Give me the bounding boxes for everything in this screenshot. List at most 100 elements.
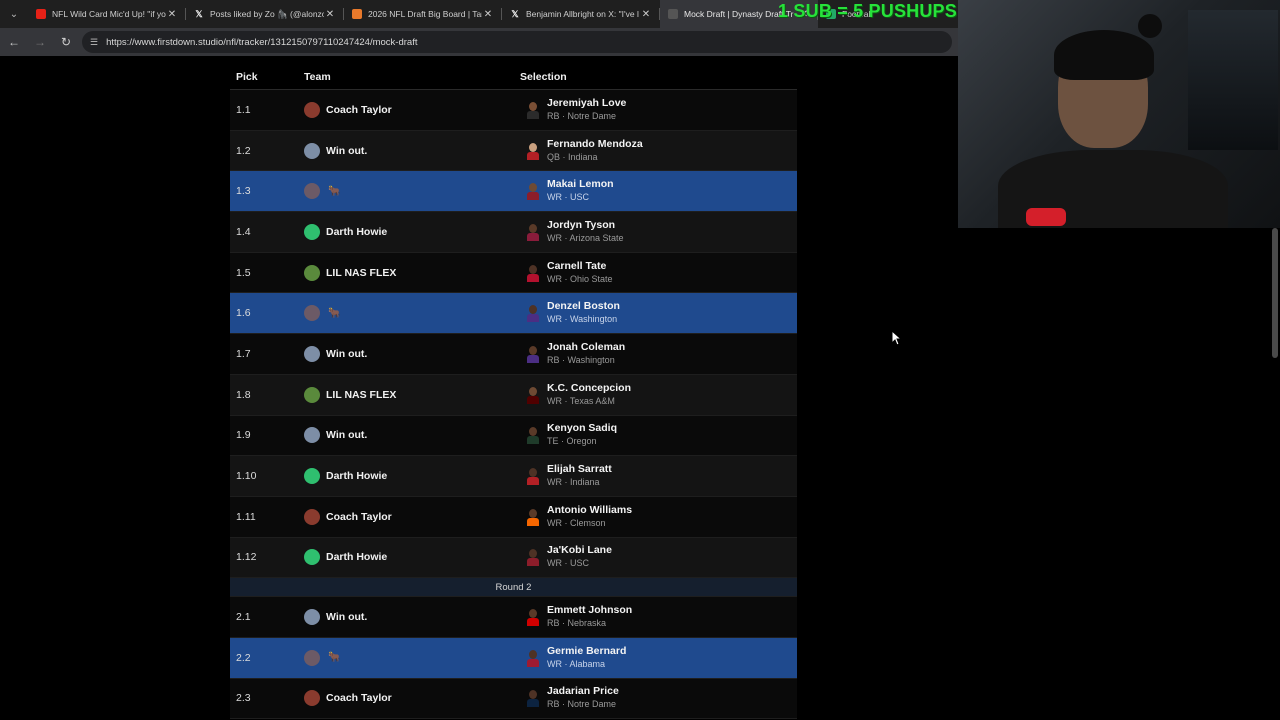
player-text: Elijah Sarratt WR · Indiana: [547, 463, 612, 489]
team-cell: Darth Howie: [304, 468, 520, 485]
team-name: Win out.: [326, 347, 368, 360]
forward-arrow-icon[interactable]: →: [28, 30, 52, 54]
pick-number: 1.5: [236, 266, 251, 279]
player-text: Emmett Johnson RB · Nebraska: [547, 604, 632, 630]
draft-pick-row[interactable]: 1.6 🐂 Denzel Boston WR · Washington: [230, 293, 797, 335]
player-name: Emmett Johnson: [547, 604, 633, 617]
draft-pick-row[interactable]: 1.11 Coach Taylor Antonio Williams WR · Cle…: [230, 496, 797, 538]
player-name: Elijah Sarratt: [547, 463, 612, 476]
selection-cell: K.C. Concepcion WR · Texas A&M: [520, 382, 797, 408]
mouse-cursor-icon: [891, 330, 903, 346]
player-name: Germie Bernard: [547, 644, 627, 657]
selection-cell: Denzel Boston WR · Washington: [520, 300, 797, 326]
tab-search-chevron-icon[interactable]: ⌄: [0, 0, 28, 28]
tab-title: 2026 NFL Draft Big Board | Tan: [368, 9, 482, 19]
player-name: Denzel Boston: [547, 300, 620, 313]
draft-pick-row[interactable]: 1.10 Darth Howie Elijah Sarratt WR · Indian…: [230, 456, 797, 497]
pick-number: 1.12: [236, 551, 257, 564]
player-name: K.C. Concepcion: [547, 381, 632, 394]
player-position-school: QB · Indiana: [547, 151, 598, 162]
webcam-person-hair-bun: [1138, 14, 1162, 38]
tab-close-icon[interactable]: ✕: [482, 9, 494, 20]
player-headshot-jersey: [527, 517, 539, 526]
draft-pick-row[interactable]: 2.2 🐂 Germie Bernard WR · Alabama: [230, 637, 797, 679]
draft-pick-row[interactable]: 1.8 LIL NAS FLEX K.C. Concepcion WR · Texas…: [230, 374, 797, 416]
player-text: Makai Lemon WR · USC: [547, 178, 614, 204]
draft-pick-row[interactable]: 1.12 Darth Howie Ja'Kobi Lane WR · USC: [230, 537, 797, 579]
draft-pick-row[interactable]: 1.1 Coach Taylor Jeremiyah Love RB · Notre …: [230, 90, 797, 131]
player-headshot-jersey: [527, 110, 539, 119]
back-arrow-icon[interactable]: ←: [2, 30, 26, 54]
team-avatar: [304, 386, 320, 403]
player-name: Antonio Williams: [547, 503, 633, 516]
round-2-divider: Round 2: [230, 578, 797, 598]
team-name: LIL NAS FLEX: [326, 266, 397, 279]
team-name: Darth Howie: [326, 551, 388, 564]
team-avatar: [304, 223, 320, 240]
draft-pick-row[interactable]: 2.1 Win out. Emmett Johnson RB · Nebraska: [230, 597, 797, 638]
team-name: Darth Howie: [326, 470, 388, 483]
draft-pick-row[interactable]: 1.3 🐂 Makai Lemon WR · USC: [230, 171, 797, 213]
team-cell: Coach Taylor: [304, 508, 520, 525]
browser-tab[interactable]: 2026 NFL Draft Big Board | Tan ✕: [344, 0, 502, 28]
draft-pick-row[interactable]: 1.5 LIL NAS FLEX Carnell Tate WR · Ohio Sta…: [230, 252, 797, 294]
x-icon: 𝕏: [511, 8, 519, 19]
player-headshot: [525, 142, 541, 160]
pick-number: 2.3: [236, 692, 251, 705]
player-headshot-face: [529, 183, 537, 193]
player-headshot-jersey: [527, 232, 539, 241]
player-text: Ja'Kobi Lane WR · USC: [547, 544, 612, 570]
youtube-icon: [36, 9, 46, 19]
tab-close-icon[interactable]: ✕: [166, 9, 178, 20]
player-position-school: WR · Clemson: [547, 517, 606, 528]
selection-cell: Elijah Sarratt WR · Indiana: [520, 463, 797, 489]
scrollbar-thumb[interactable]: [1272, 228, 1278, 358]
selection-cell: Jadarian Price RB · Notre Dame: [520, 685, 797, 711]
player-text: Kenyon Sadiq TE · Oregon: [547, 422, 617, 448]
stream-overlay-text: 1 SUB = 5 PUSHUPS: [778, 1, 957, 21]
player-headshot-face: [529, 264, 537, 274]
header-team: Team: [304, 70, 331, 83]
draft-pick-row[interactable]: 2.3 Coach Taylor Jadarian Price RB · Notre …: [230, 678, 797, 720]
browser-tab[interactable]: 𝕏 Posts liked by Zo 🦍 (@alonzo ✕: [186, 0, 344, 28]
pick-number: 1.7: [236, 347, 251, 360]
player-headshot-jersey: [527, 436, 539, 445]
draft-pick-row[interactable]: 1.2 Win out. Fernando Mendoza QB · Indiana: [230, 130, 797, 172]
team-cell: LIL NAS FLEX: [304, 386, 520, 403]
player-position-school: WR · Indiana: [547, 477, 600, 488]
team-avatar: [304, 264, 320, 281]
site-info-icon[interactable]: ☰: [90, 37, 98, 48]
browser-tab[interactable]: 𝕏 Benjamin Allbright on X: "I've l ✕: [502, 0, 660, 28]
reload-icon[interactable]: ↻: [54, 30, 78, 54]
tab-close-icon[interactable]: ✕: [324, 9, 336, 20]
draft-pick-row[interactable]: 1.4 Darth Howie Jordyn Tyson WR · Arizona S…: [230, 212, 797, 253]
team-avatar: [304, 305, 320, 322]
mock-draft-table: Pick Team Selection 1.1 Coach Taylor Jerem…: [230, 64, 797, 720]
tab-close-icon[interactable]: ✕: [640, 9, 652, 20]
player-headshot-jersey: [527, 658, 539, 667]
selection-cell: Antonio Williams WR · Clemson: [520, 504, 797, 530]
pick-number: 1.3: [236, 185, 251, 198]
team-avatar: [304, 508, 320, 525]
firstdown-icon: [668, 9, 678, 19]
team-cell: Darth Howie: [304, 549, 520, 566]
address-bar[interactable]: ☰ https://www.firstdown.studio/nfl/track…: [82, 31, 952, 53]
team-cell: Win out.: [304, 427, 520, 444]
player-position-school: WR · Washington: [547, 314, 618, 325]
selection-cell: Jordyn Tyson WR · Arizona State: [520, 219, 797, 245]
browser-tab[interactable]: NFL Wild Card Mic'd Up! "if yo ✕: [28, 0, 186, 28]
player-headshot: [525, 264, 541, 282]
team-cell: Darth Howie: [304, 223, 520, 240]
team-name: Win out.: [326, 144, 368, 157]
draft-pick-row[interactable]: 1.9 Win out. Kenyon Sadiq TE · Oregon: [230, 415, 797, 457]
player-headshot-face: [529, 549, 537, 559]
player-headshot: [525, 426, 541, 445]
pick-number: 1.9: [236, 429, 251, 442]
selection-cell: Germie Bernard WR · Alabama: [520, 645, 797, 671]
player-headshot: [525, 689, 541, 708]
player-text: Fernando Mendoza QB · Indiana: [547, 138, 643, 164]
player-name: Ja'Kobi Lane: [547, 544, 612, 557]
team-cell: Win out.: [304, 609, 520, 626]
draft-pick-row[interactable]: 1.7 Win out. Jonah Coleman RB · Washington: [230, 334, 797, 375]
team-name: Darth Howie: [326, 225, 388, 238]
